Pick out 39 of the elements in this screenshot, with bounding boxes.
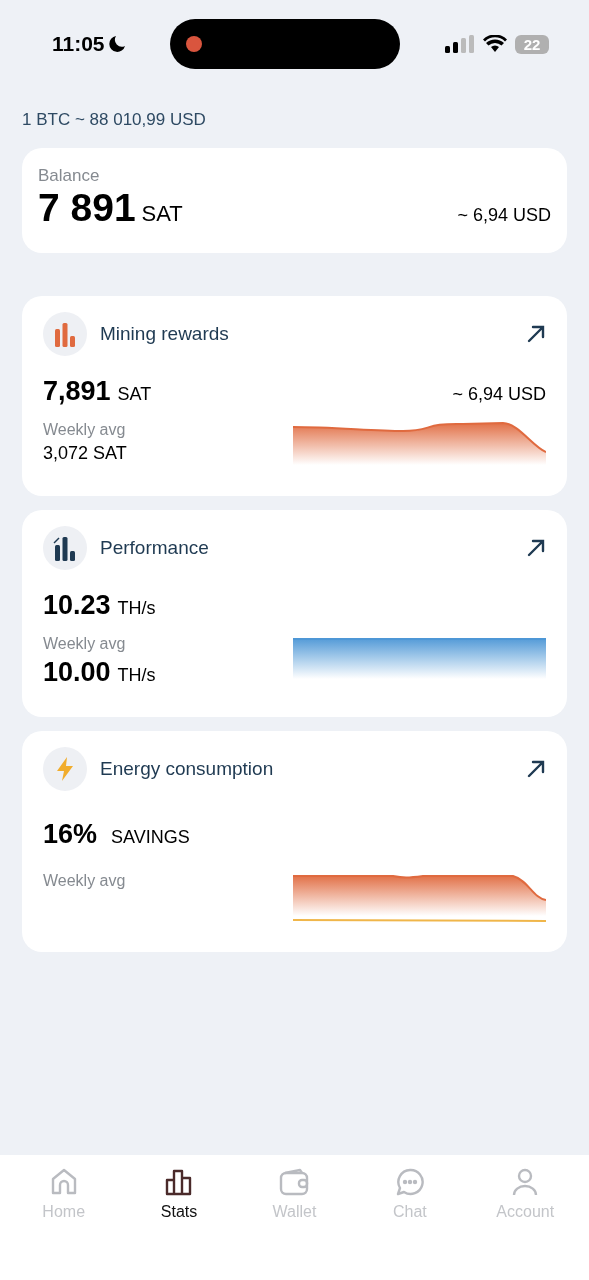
chat-icon [394, 1167, 425, 1197]
stat-value: 16% [43, 819, 98, 849]
lightning-icon [55, 756, 75, 782]
card-title: Performance [100, 537, 210, 559]
wallet-icon [279, 1167, 310, 1197]
arrow-up-right-icon[interactable] [526, 324, 546, 344]
stat-unit: TH/s [117, 598, 156, 618]
weekly-avg-label: Weekly avg [43, 872, 126, 890]
weekly-avg-value: 10.00 [43, 657, 111, 687]
stat-fiat: ~ 6,94 USD [452, 384, 546, 405]
stat-value: 7,891 [43, 376, 111, 406]
card-title: Mining rewards [100, 323, 230, 345]
stat-card[interactable]: Mining rewards 7,891 SAT ~ 6,94 USD Weekly avg 3,072 SAT [22, 296, 567, 496]
balance-fiat: ~ 6,94 USD [457, 205, 551, 226]
stat-card[interactable]: Energy consumption 16% SAVINGS Weekly avg [22, 731, 567, 952]
recording-dot [186, 36, 203, 52]
card-title: Energy consumption [100, 758, 275, 780]
balance-unit: SAT [141, 201, 183, 226]
bar-chart-icon [54, 321, 76, 347]
nav-tab[interactable]: Stats [129, 1167, 230, 1227]
battery-level: 22 [515, 34, 549, 54]
weekly-avg-label: Weekly avg [43, 635, 127, 653]
arrow-up-right-icon[interactable] [526, 538, 546, 558]
clock-time: 11:05 [52, 32, 105, 56]
stat-card[interactable]: Performance 10.23 TH/s Weekly avg 10.00 TH/s [22, 510, 567, 717]
bar-chart-icon [53, 535, 77, 561]
weekly-avg-unit: TH/s [117, 665, 156, 685]
stat-unit: SAT [117, 384, 152, 404]
stat-unit: SAVINGS [111, 827, 190, 847]
weekly-avg-value: 3,072 SAT [43, 443, 127, 464]
balance-label: Balance [38, 166, 101, 186]
wifi-icon [483, 35, 507, 53]
stat-value: 10.23 [43, 590, 111, 620]
moon-icon [107, 35, 126, 53]
arrow-up-right-icon[interactable] [526, 759, 546, 779]
exchange-rate: 1 BTC ~ 88 010,99 USD [21, 109, 207, 131]
signal-icon [445, 35, 475, 53]
balance-value: 7 891 [38, 186, 136, 229]
weekly-avg-label: Weekly avg [43, 421, 127, 439]
